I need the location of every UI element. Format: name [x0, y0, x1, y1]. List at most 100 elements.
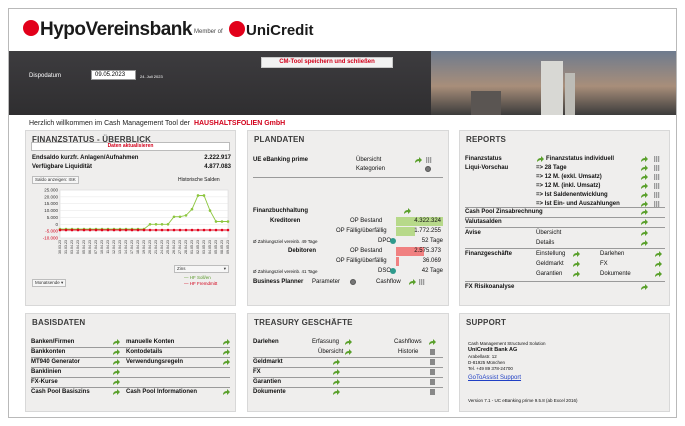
treasury-item[interactable]: FX: [253, 368, 261, 376]
refresh-data-button[interactable]: Daten aktualisieren: [31, 142, 230, 151]
debitoren-op-faellig-label: OP Fällig/überfällig: [336, 258, 387, 264]
go-arrow-icon[interactable]: [332, 358, 341, 366]
go-arrow-icon[interactable]: [536, 155, 545, 163]
gear-icon[interactable]: [425, 166, 431, 172]
report-finanzstatus[interactable]: Finanzstatus: [465, 155, 502, 163]
go-arrow-icon[interactable]: [344, 338, 353, 346]
go-arrow-icon[interactable]: [640, 229, 649, 237]
go-arrow-icon[interactable]: [222, 388, 231, 396]
go-arrow-icon[interactable]: [344, 348, 353, 356]
table-icon[interactable]: [654, 156, 660, 162]
go-arrow-icon[interactable]: [640, 164, 649, 172]
gear-icon[interactable]: [350, 279, 356, 285]
go-arrow-icon[interactable]: [222, 358, 231, 366]
go-arrow-icon[interactable]: [112, 348, 121, 356]
avise-uebersicht[interactable]: Übersicht: [536, 229, 561, 237]
report-fx-risiko[interactable]: FX Risikoanalyse: [465, 283, 514, 291]
go-arrow-icon[interactable]: [572, 250, 581, 258]
go-arrow-icon[interactable]: [572, 260, 581, 268]
report-finanzstatus-individuell[interactable]: Finanzstatus individuell: [546, 155, 614, 163]
go-arrow-icon[interactable]: [112, 368, 121, 376]
avise-details[interactable]: Details: [536, 239, 554, 247]
basis-item[interactable]: Cash Pool Basiszins: [31, 388, 90, 396]
darlehen-erfassung[interactable]: Erfassung: [312, 338, 339, 346]
go-arrow-icon[interactable]: [654, 270, 663, 278]
go-arrow-icon[interactable]: [332, 368, 341, 376]
go-arrow-icon[interactable]: [640, 155, 649, 163]
dpo-value: 52 Tage: [421, 238, 443, 244]
basis-item[interactable]: Banken/Firmen: [31, 338, 74, 346]
basis-item[interactable]: Banklinien: [31, 368, 61, 376]
zins-select[interactable]: Zins ▾: [174, 265, 229, 273]
table-icon[interactable]: [426, 157, 432, 163]
basis-item[interactable]: Verwendungsregeln: [126, 358, 183, 366]
go-arrow-icon[interactable]: [332, 388, 341, 396]
support-title: SUPPORT: [466, 318, 507, 327]
go-arrow-icon[interactable]: [640, 239, 649, 247]
table-icon[interactable]: [654, 201, 660, 207]
go-arrow-icon[interactable]: [654, 250, 663, 258]
go-arrow-icon[interactable]: [112, 378, 121, 386]
treasury-item[interactable]: Garantien: [253, 378, 281, 386]
trash-icon[interactable]: [430, 369, 435, 375]
liqui-item[interactable]: => 28 Tage: [536, 164, 567, 172]
go-arrow-icon[interactable]: [408, 278, 417, 286]
trash-icon[interactable]: [430, 389, 435, 395]
fg-item[interactable]: Geldmarkt: [536, 260, 564, 268]
darlehen-uebersicht[interactable]: Übersicht: [318, 348, 343, 356]
go-arrow-icon[interactable]: [112, 358, 121, 366]
treasury-item[interactable]: Geldmarkt: [253, 358, 283, 366]
report-valutasalden[interactable]: Valutasalden: [465, 218, 502, 226]
go-arrow-icon[interactable]: [640, 182, 649, 190]
fg-item[interactable]: FX: [600, 260, 608, 268]
table-icon[interactable]: [654, 192, 660, 198]
cm-tool-save-close-button[interactable]: CM-Tool speichern und schließen: [261, 57, 393, 68]
go-arrow-icon[interactable]: [332, 378, 341, 386]
go-arrow-icon[interactable]: [428, 338, 437, 346]
table-icon[interactable]: [654, 183, 660, 189]
report-cash-pool[interactable]: Cash Pool Zinsabrechnung: [465, 208, 543, 216]
basis-item[interactable]: Bankkonten: [31, 348, 65, 356]
basis-item[interactable]: FX-Kurse: [31, 378, 58, 386]
basis-item[interactable]: Cash Pool Informationen: [126, 388, 197, 396]
basis-item[interactable]: MT940 Generator: [31, 358, 80, 366]
fg-item[interactable]: Garantien: [536, 270, 562, 278]
treasury-item[interactable]: Dokumente: [253, 388, 286, 396]
liqui-item[interactable]: => 12 M. (inkl. Umsatz): [536, 182, 600, 190]
fg-item[interactable]: Dokumente: [600, 270, 631, 278]
go-arrow-icon[interactable]: [640, 200, 649, 208]
basis-item[interactable]: manuelle Konten: [126, 338, 174, 346]
go-arrow-icon[interactable]: [222, 348, 231, 356]
trash-icon[interactable]: [430, 359, 435, 365]
darlehen-cashflows[interactable]: Cashflows: [394, 338, 422, 346]
dispodatum-input[interactable]: 09.05.2023: [91, 70, 136, 80]
monatsende-select[interactable]: Monatsende ▾: [32, 279, 67, 287]
go-arrow-icon[interactable]: [640, 191, 649, 199]
go-arrow-icon[interactable]: [640, 173, 649, 181]
gotoassist-link[interactable]: GoToAssist Support: [468, 374, 521, 382]
go-arrow-icon[interactable]: [654, 260, 663, 268]
go-arrow-icon[interactable]: [640, 208, 649, 216]
liqui-item[interactable]: => Ist Saldenentwicklung: [536, 191, 608, 199]
go-arrow-icon[interactable]: [112, 338, 121, 346]
series-point-1: [142, 228, 146, 232]
liqui-item[interactable]: => 12 M. (exkl. Umsatz): [536, 173, 602, 181]
trash-icon[interactable]: [430, 349, 435, 355]
liqui-item[interactable]: => Ist Ein- und Auszahlungen: [536, 200, 620, 208]
go-arrow-icon[interactable]: [572, 270, 581, 278]
go-arrow-icon[interactable]: [222, 338, 231, 346]
go-arrow-icon[interactable]: [640, 283, 649, 291]
go-arrow-icon[interactable]: [112, 388, 121, 396]
darlehen-historie[interactable]: Historie: [398, 348, 418, 356]
fg-item[interactable]: Einstellung: [536, 250, 565, 258]
go-arrow-icon[interactable]: [403, 207, 412, 215]
go-arrow-icon[interactable]: [414, 156, 423, 164]
fg-item[interactable]: Darlehen: [600, 250, 624, 258]
basis-item[interactable]: Kontodetails: [126, 348, 162, 356]
table-icon[interactable]: [654, 174, 660, 180]
trash-icon[interactable]: [430, 379, 435, 385]
saldo-anzeigen-button[interactable]: Saldo anzeigen: ISK: [32, 176, 79, 184]
table-icon[interactable]: [419, 279, 425, 285]
go-arrow-icon[interactable]: [640, 218, 649, 226]
table-icon[interactable]: [654, 165, 660, 171]
